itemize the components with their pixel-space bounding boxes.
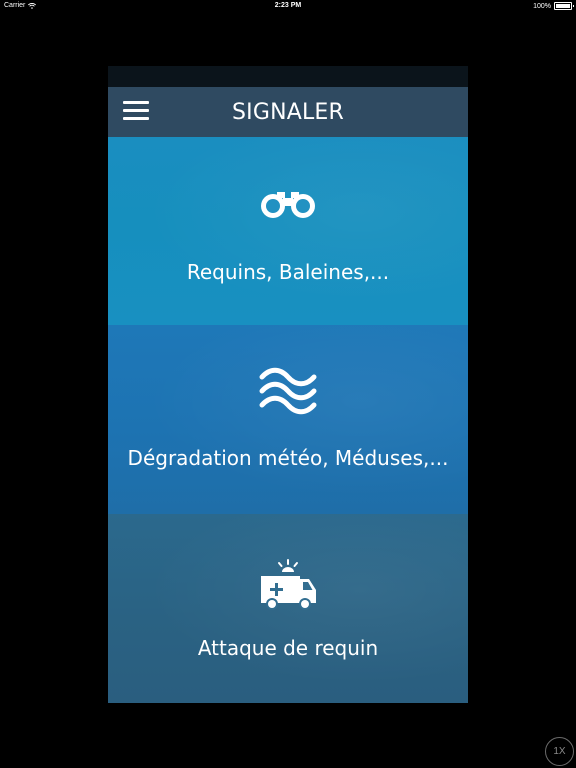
battery-percent: 100% [533,2,551,10]
page-title: SIGNALER [231,99,345,125]
status-bar: Carrier 2:23 PM 100% [0,0,576,12]
report-option-weather[interactable]: Dégradation météo, Méduses,... [108,325,468,514]
status-time: 2:23 PM [274,2,302,9]
menu-button[interactable] [123,101,149,121]
zoom-level-button[interactable]: 1X [545,737,574,766]
hamburger-menu-icon [123,109,149,112]
app-window: SIGNALER Requins, Baleines,... Dégradati [108,66,468,703]
waves-icon [259,367,317,415]
battery-icon [554,2,574,10]
report-option-label: Requins, Baleines,... [186,260,390,284]
hamburger-menu-icon [123,117,149,120]
report-option-label: Attaque de requin [197,636,379,660]
binoculars-icon [261,192,315,218]
report-option-sightings[interactable]: Requins, Baleines,... [108,137,468,325]
battery-group: 100% [533,2,574,10]
report-option-label: Dégradation météo, Méduses,... [127,446,449,470]
top-nav-bar: SIGNALER [108,87,468,137]
hamburger-menu-icon [123,101,149,104]
ambulance-icon [261,559,316,610]
report-option-shark-attack[interactable]: Attaque de requin [108,514,468,703]
